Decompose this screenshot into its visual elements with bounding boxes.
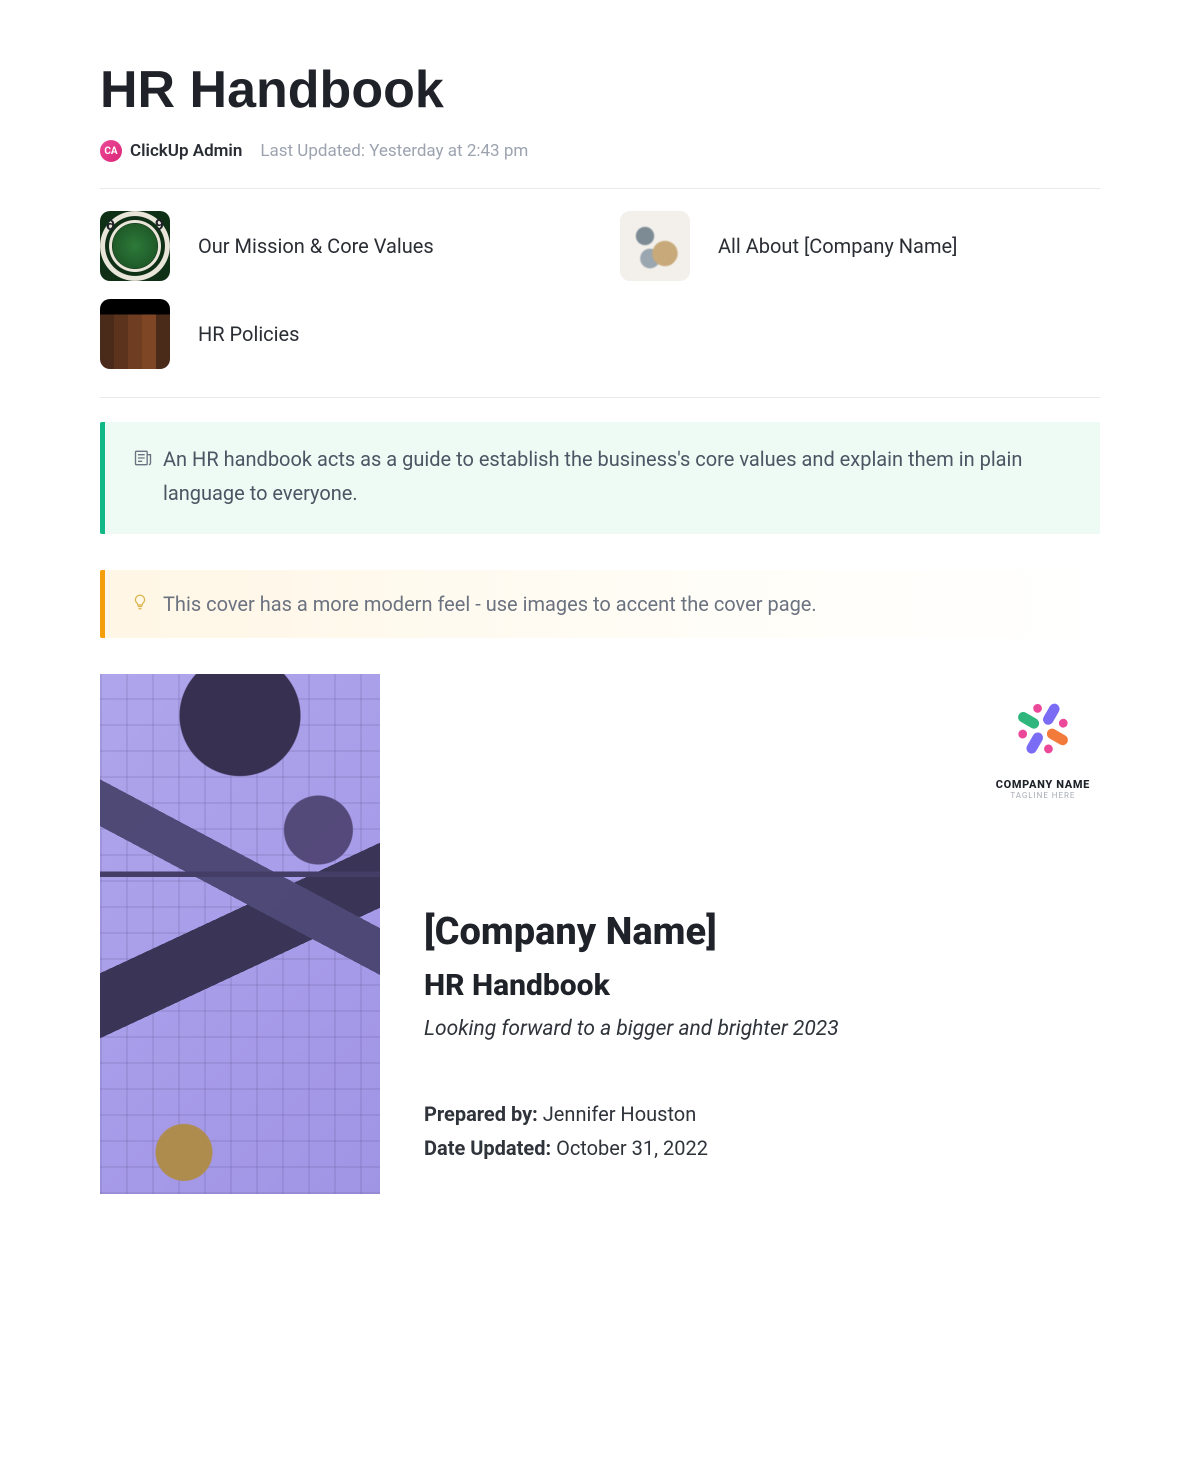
last-updated: Last Updated: Yesterday at 2:43 pm xyxy=(260,141,528,161)
author-avatar: CA xyxy=(100,140,122,162)
cover-hero-image xyxy=(100,674,380,1194)
logo-tagline: TAGLINE HERE xyxy=(996,791,1090,800)
dartboard-thumbnail-icon xyxy=(100,211,170,281)
subpage-link-label: Our Mission & Core Values xyxy=(198,234,434,258)
books-thumbnail-icon xyxy=(100,299,170,369)
divider xyxy=(100,188,1100,189)
document-meta: CA ClickUp Admin Last Updated: Yesterday… xyxy=(100,140,1100,162)
callout-info: An HR handbook acts as a guide to establ… xyxy=(100,422,1100,534)
subpage-link-company[interactable]: All About [Company Name] xyxy=(620,211,1100,281)
cover-subtitle: HR Handbook xyxy=(424,968,1100,1003)
callout-text: This cover has a more modern feel - use … xyxy=(163,588,817,620)
newspaper-icon xyxy=(133,444,153,510)
cover-content: COMPANY NAME TAGLINE HERE [Company Name]… xyxy=(424,674,1100,1165)
subpage-link-policies[interactable]: HR Policies xyxy=(100,299,580,369)
company-thumbnail-icon xyxy=(620,211,690,281)
cover-section: COMPANY NAME TAGLINE HERE [Company Name]… xyxy=(100,674,1100,1194)
date-updated-label: Date Updated: xyxy=(424,1136,551,1160)
subpage-link-label: All About [Company Name] xyxy=(718,234,957,258)
logo-company-name: COMPANY NAME xyxy=(996,778,1090,791)
lightbulb-icon xyxy=(131,588,149,620)
cover-date-updated: Date Updated: October 31, 2022 xyxy=(424,1131,1100,1165)
callout-text: An HR handbook acts as a guide to establ… xyxy=(163,442,1072,510)
cover-tagline: Looking forward to a bigger and brighter… xyxy=(424,1017,1100,1041)
company-logo-block: COMPANY NAME TAGLINE HERE xyxy=(996,698,1090,800)
subpage-link-mission[interactable]: Our Mission & Core Values xyxy=(100,211,580,281)
callout-tip: This cover has a more modern feel - use … xyxy=(100,570,1100,638)
cover-prepared-by: Prepared by: Jennifer Houston xyxy=(424,1097,1100,1131)
date-updated-value: October 31, 2022 xyxy=(551,1136,708,1160)
prepared-by-value: Jennifer Houston xyxy=(538,1102,696,1126)
company-logo-icon xyxy=(998,698,1088,768)
subpage-links: Our Mission & Core Values All About [Com… xyxy=(100,211,1100,369)
author-name: ClickUp Admin xyxy=(130,141,242,161)
page-title: HR Handbook xyxy=(100,60,1100,120)
subpage-link-label: HR Policies xyxy=(198,322,299,346)
cover-company-name: [Company Name] xyxy=(424,910,1100,954)
prepared-by-label: Prepared by: xyxy=(424,1102,538,1126)
divider xyxy=(100,397,1100,398)
